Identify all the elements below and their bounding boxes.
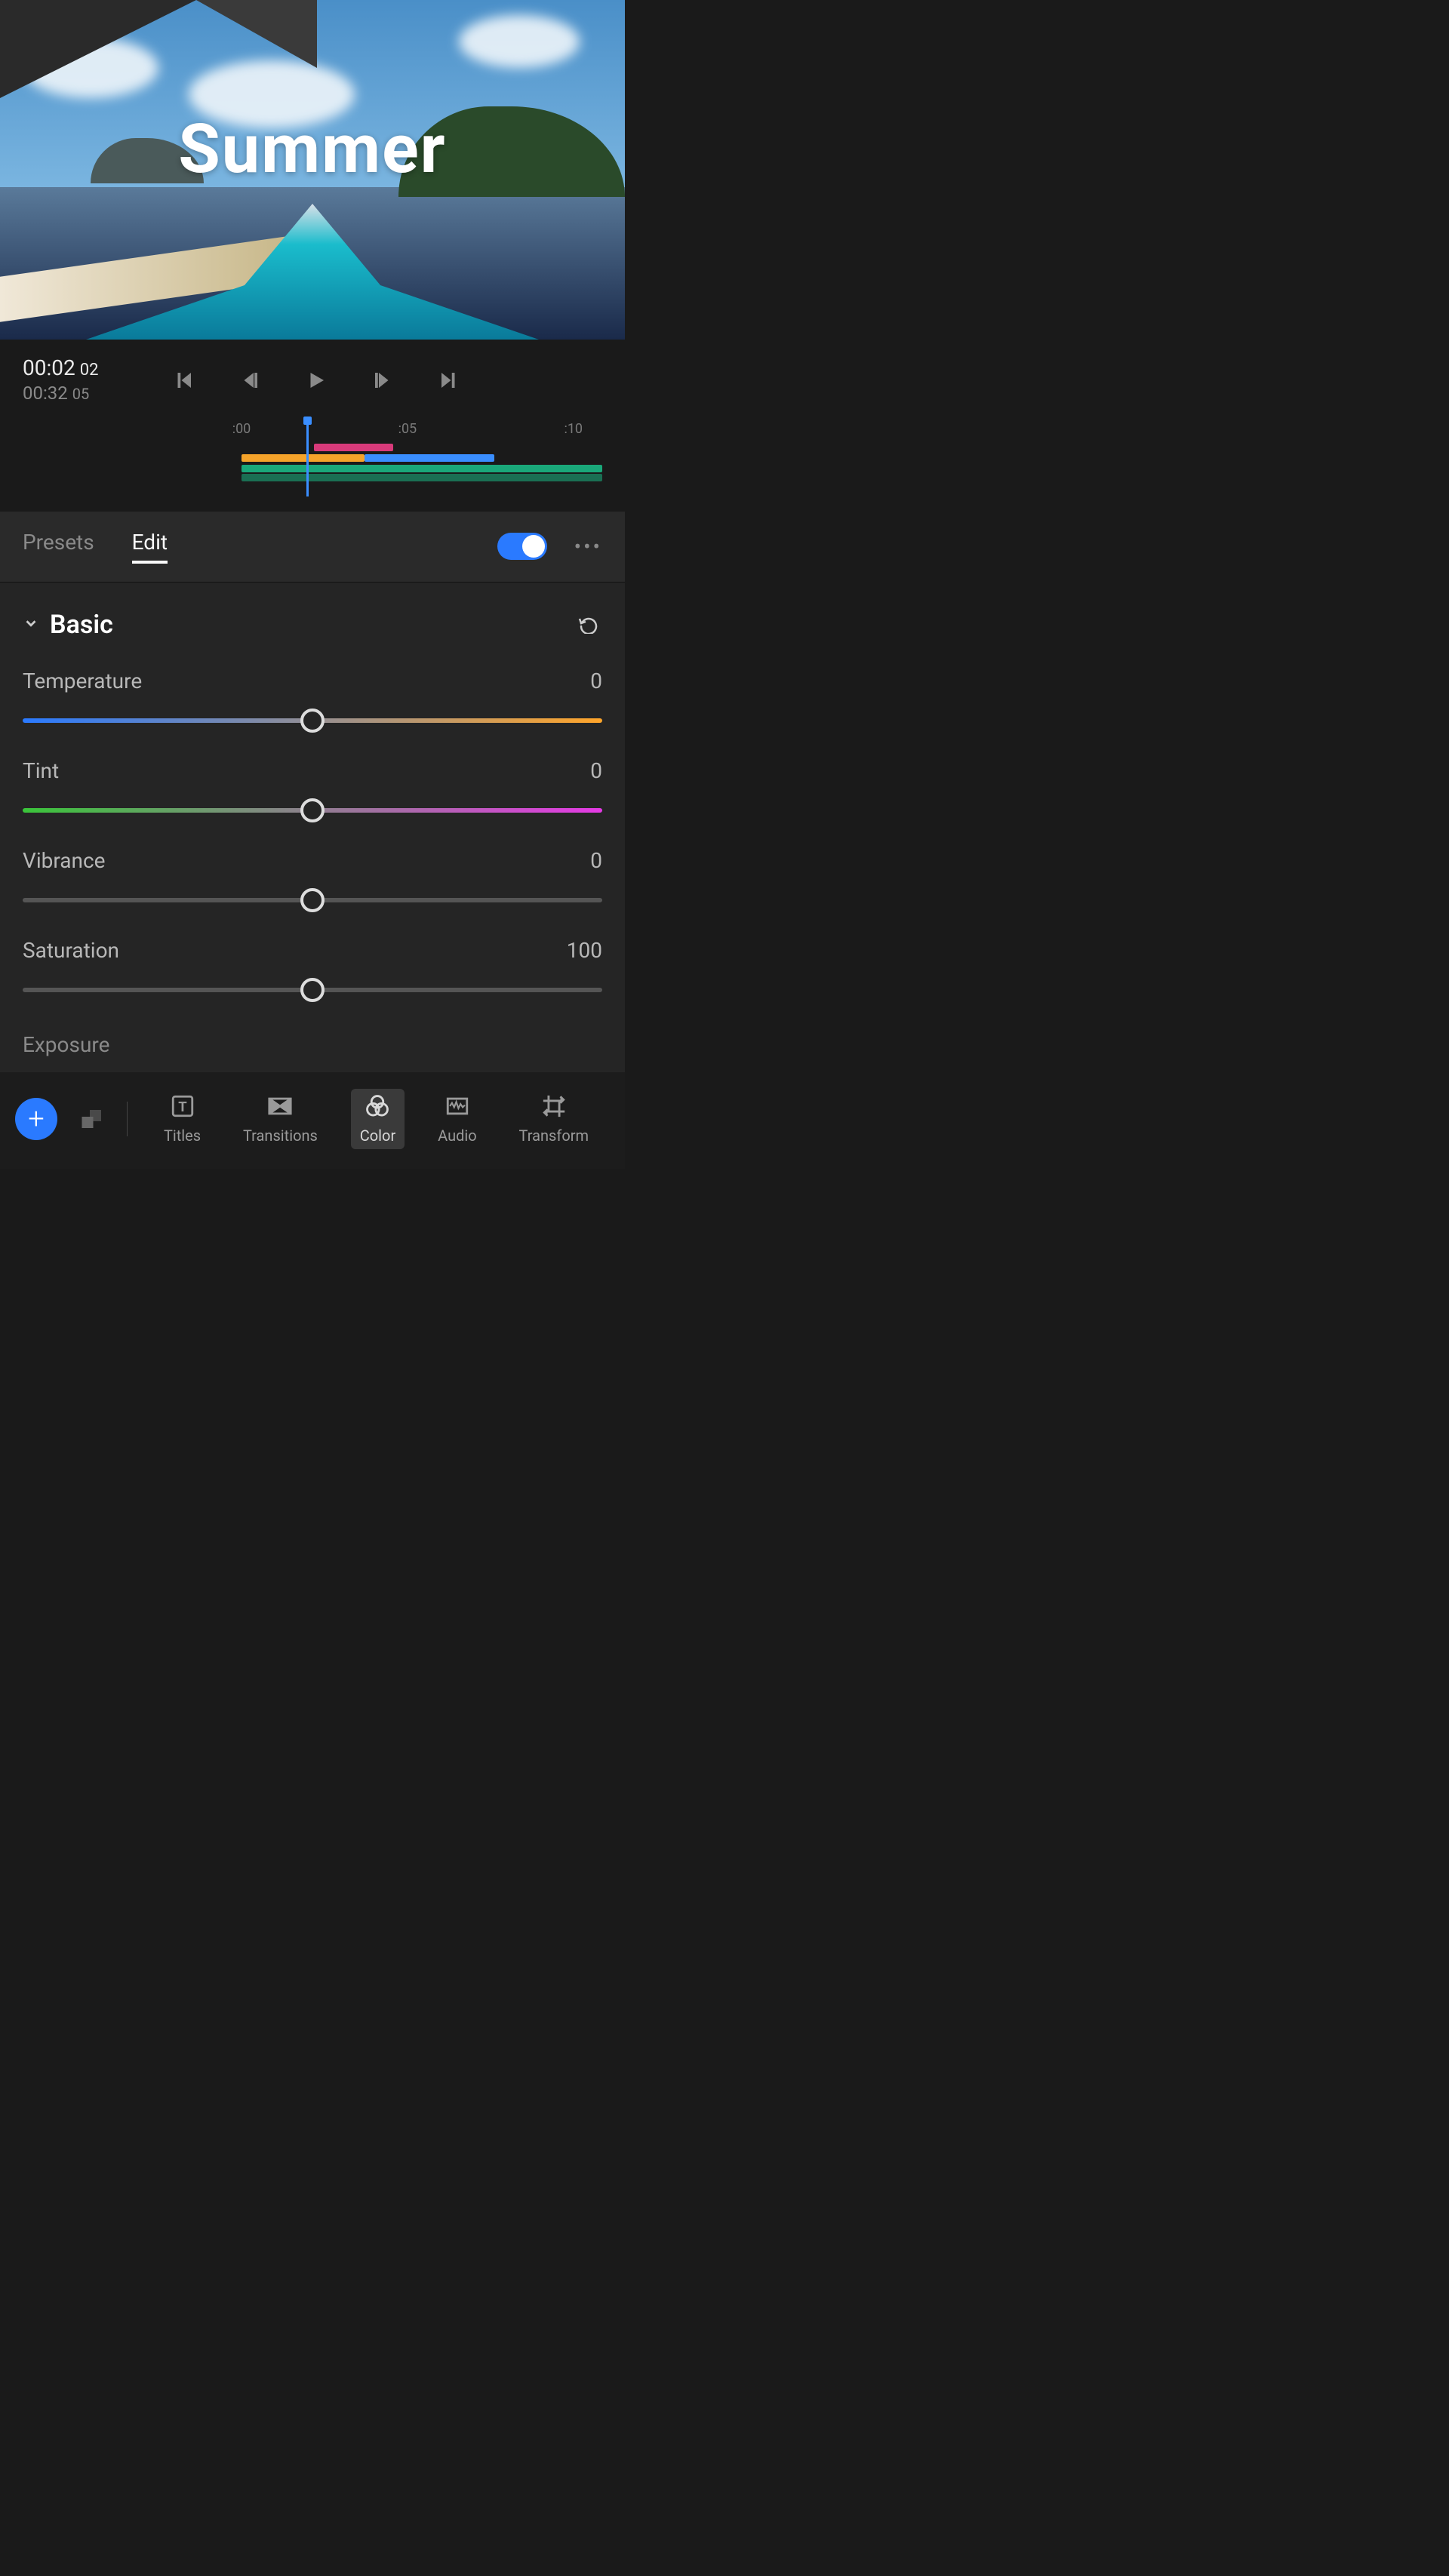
clip-audio[interactable] (242, 474, 602, 481)
clip-video[interactable] (242, 454, 365, 462)
tab-edit[interactable]: Edit (132, 530, 168, 564)
skip-end-button[interactable] (438, 367, 460, 393)
more-icon[interactable]: ••• (574, 534, 602, 559)
clip-video[interactable] (365, 454, 494, 462)
slider-thumb[interactable] (300, 709, 325, 733)
slider-temperature: Temperature 0 (23, 658, 602, 748)
time-display: 00:02 02 00:32 05 (23, 355, 98, 406)
slider-value: 100 (567, 938, 602, 963)
frame-back-button[interactable] (238, 367, 261, 393)
total-time: 00:32 (23, 382, 68, 405)
layers-button[interactable] (78, 1105, 106, 1133)
tab-presets[interactable]: Presets (23, 530, 94, 564)
timeline[interactable]: :00 :05 :10 (0, 413, 625, 512)
sliders-panel: Temperature 0 Tint 0 Vibrance 0 Saturati… (0, 658, 625, 1072)
ruler-mark: :00 (232, 421, 251, 437)
panel-tabs: Presets Edit ••• (0, 512, 625, 583)
ruler-mark: :10 (564, 421, 583, 437)
tool-label: Transform (519, 1127, 589, 1145)
clip-audio[interactable] (242, 465, 602, 472)
skip-start-button[interactable] (172, 367, 195, 393)
current-time: 00:02 (23, 355, 75, 382)
slider-label: Tint (23, 758, 59, 783)
slider-value: 0 (590, 848, 602, 873)
playhead[interactable] (306, 421, 309, 496)
slider-tint: Tint 0 (23, 748, 602, 838)
tool-label: Audio (438, 1127, 477, 1145)
clip-title[interactable] (314, 444, 393, 451)
slider-vibrance: Vibrance 0 (23, 838, 602, 927)
play-button[interactable] (305, 367, 328, 393)
slider-label: Saturation (23, 938, 119, 963)
bottom-toolbar: + T Titles Transitions Color Audio Trans… (0, 1072, 625, 1169)
add-button[interactable]: + (15, 1098, 57, 1140)
frame-forward-button[interactable] (371, 367, 394, 393)
slider-label: Temperature (23, 669, 142, 693)
slider-exposure-label: Exposure (23, 1017, 602, 1057)
tool-label: Transitions (243, 1127, 318, 1145)
slider-thumb[interactable] (300, 888, 325, 912)
slider-track[interactable] (23, 800, 602, 821)
title-overlay: Summer (0, 109, 625, 189)
separator (127, 1102, 128, 1136)
tool-label: Titles (164, 1127, 201, 1145)
slider-track[interactable] (23, 890, 602, 911)
chevron-down-icon (23, 615, 39, 635)
slider-track[interactable] (23, 979, 602, 1001)
video-preview[interactable]: Summer (0, 0, 625, 340)
slider-track[interactable] (23, 710, 602, 731)
slider-thumb[interactable] (300, 978, 325, 1002)
tool-transitions[interactable]: Transitions (234, 1089, 327, 1149)
section-title: Basic (50, 610, 113, 640)
tool-transform[interactable]: Transform (510, 1089, 598, 1149)
slider-value: 0 (590, 758, 602, 783)
slider-label: Vibrance (23, 848, 106, 873)
tool-label: Color (360, 1127, 395, 1145)
slider-thumb[interactable] (300, 798, 325, 822)
tool-color[interactable]: Color (351, 1089, 405, 1149)
section-basic-header[interactable]: Basic (0, 583, 625, 658)
panel-toggle[interactable] (497, 533, 547, 560)
plus-icon: + (28, 1102, 44, 1136)
reset-button[interactable] (578, 613, 602, 637)
current-frame: 02 (80, 360, 99, 382)
svg-text:T: T (178, 1099, 187, 1115)
tool-audio[interactable]: Audio (429, 1089, 486, 1149)
tool-titles[interactable]: T Titles (155, 1089, 210, 1149)
slider-saturation: Saturation 100 (23, 927, 602, 1017)
ruler-mark: :05 (398, 421, 417, 437)
total-frame: 05 (72, 384, 89, 404)
slider-value: 0 (590, 669, 602, 693)
playback-bar: 00:02 02 00:32 05 (0, 340, 625, 413)
